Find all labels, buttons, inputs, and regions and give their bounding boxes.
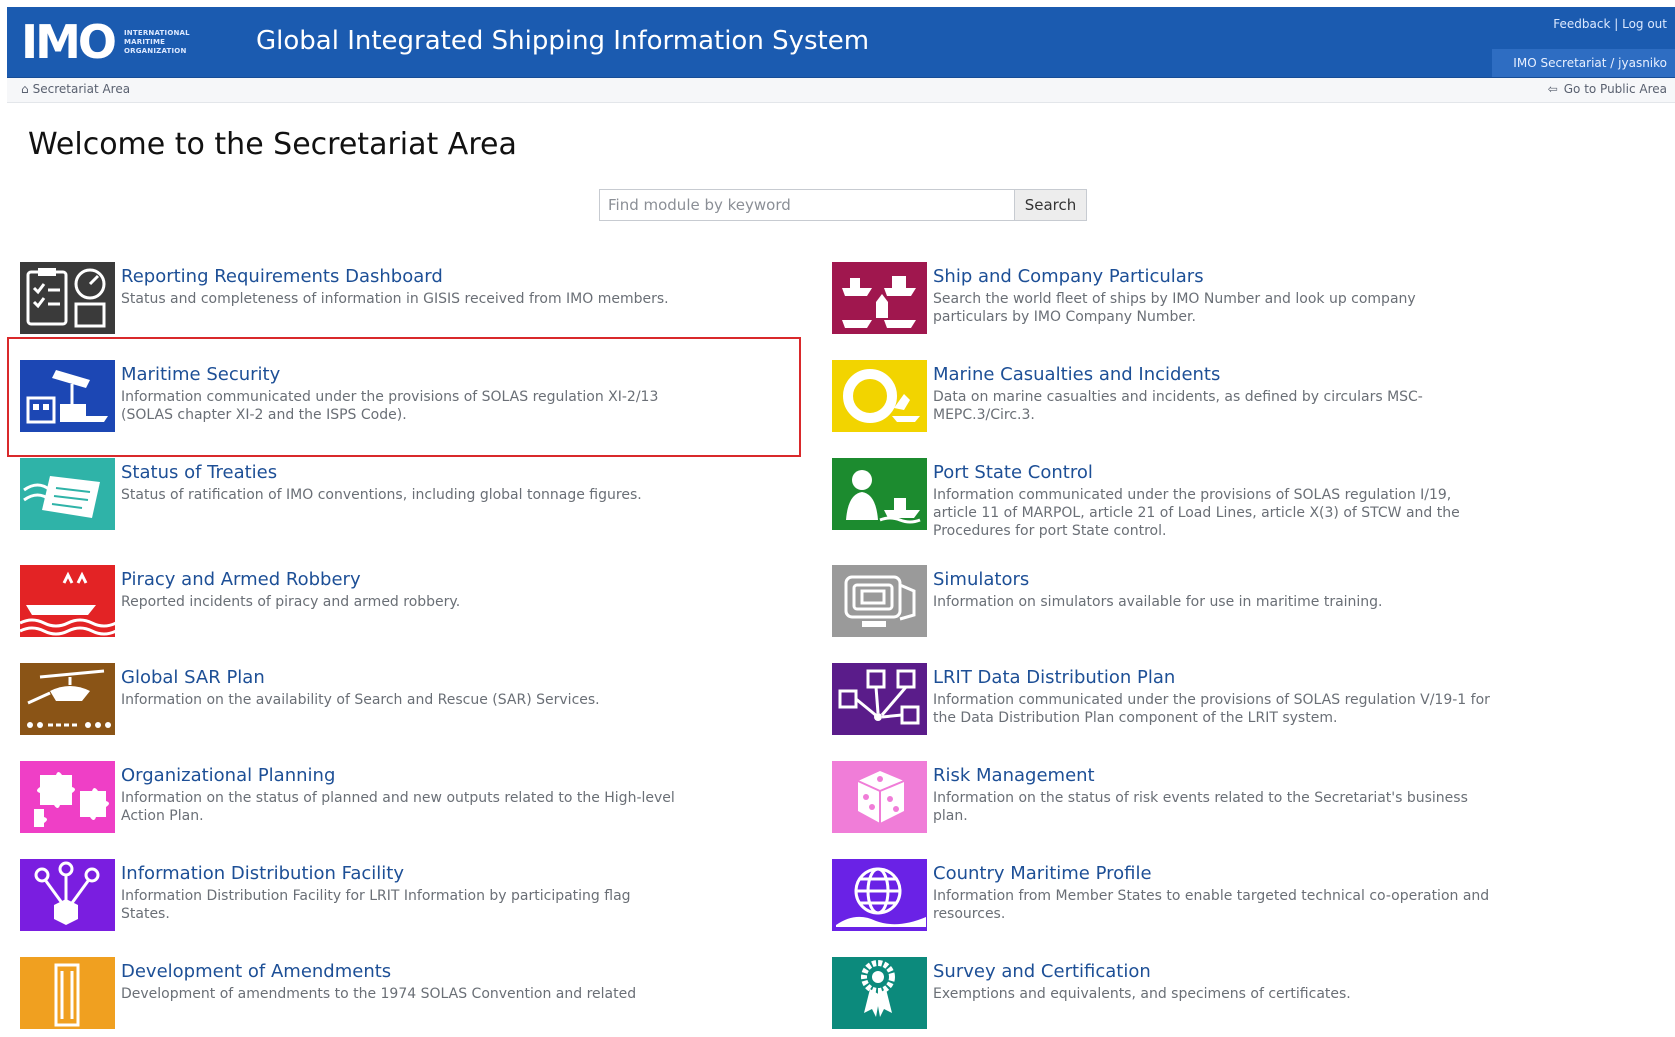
- exit-icon: ⇦: [1547, 82, 1558, 96]
- module-description: Status of ratification of IMO convention…: [121, 487, 642, 503]
- module-grid: Reporting Requirements Dashboard Status …: [20, 262, 1660, 1029]
- dice-icon: [832, 761, 927, 833]
- module-description: Status and completeness of information i…: [121, 291, 669, 307]
- module-ship-company-particulars[interactable]: Ship and Company Particulars Search the …: [832, 262, 1552, 342]
- module-description: Exemptions and equivalents, and specimen…: [933, 986, 1351, 1002]
- module-description: Development of amendments to the 1974 SO…: [121, 986, 637, 1002]
- module-description: Information on the status of planned and…: [121, 790, 675, 824]
- search-input[interactable]: [599, 189, 1015, 221]
- module-title[interactable]: Marine Casualties and Incidents: [933, 364, 1493, 386]
- module-description: Information from Member States to enable…: [933, 888, 1490, 922]
- module-title[interactable]: Risk Management: [933, 765, 1493, 787]
- module-simulators[interactable]: Simulators Information on simulators ava…: [832, 565, 1552, 645]
- module-maritime-security[interactable]: Maritime Security Information communicat…: [20, 360, 740, 440]
- module-title[interactable]: Country Maritime Profile: [933, 863, 1493, 885]
- logout-link[interactable]: Log out: [1622, 17, 1667, 31]
- pirate-ship-icon: [20, 565, 115, 637]
- home-icon: ⌂: [21, 82, 29, 96]
- search-button[interactable]: Search: [1015, 189, 1087, 221]
- app-title: Global Integrated Shipping Information S…: [256, 26, 870, 56]
- breadcrumb-label: Secretariat Area: [32, 82, 131, 96]
- module-port-state-control[interactable]: Port State Control Information communica…: [832, 458, 1552, 539]
- module-piracy[interactable]: Piracy and Armed Robbery Reported incide…: [20, 565, 740, 645]
- module-title[interactable]: Organizational Planning: [121, 765, 681, 787]
- page-title: Welcome to the Secretariat Area: [28, 127, 517, 162]
- module-survey-certification[interactable]: Survey and Certification Exemptions and …: [832, 957, 1552, 1037]
- module-title[interactable]: Port State Control: [933, 462, 1493, 484]
- breadcrumb[interactable]: ⌂ Secretariat Area: [21, 78, 130, 100]
- security-camera-icon: [20, 360, 115, 432]
- module-title[interactable]: Status of Treaties: [121, 462, 681, 484]
- top-links: Feedback | Log out: [1553, 17, 1667, 31]
- user-badge[interactable]: IMO Secretariat / jyasniko: [1492, 49, 1675, 77]
- module-description: Information communicated under the provi…: [121, 389, 659, 423]
- feedback-link[interactable]: Feedback: [1553, 17, 1610, 31]
- module-description: Information on the availability of Searc…: [121, 692, 600, 708]
- module-description: Information on the status of risk events…: [933, 790, 1468, 824]
- module-status-of-treaties[interactable]: Status of Treaties Status of ratificatio…: [20, 458, 740, 538]
- helicopter-icon: [20, 663, 115, 735]
- module-organizational-planning[interactable]: Organizational Planning Information on t…: [20, 761, 740, 841]
- module-risk-management[interactable]: Risk Management Information on the statu…: [832, 761, 1552, 841]
- module-title[interactable]: Maritime Security: [121, 364, 681, 386]
- module-marine-casualties[interactable]: Marine Casualties and Incidents Data on …: [832, 360, 1552, 440]
- module-description: Reported incidents of piracy and armed r…: [121, 594, 461, 610]
- public-area-label: Go to Public Area: [1563, 82, 1667, 96]
- module-title[interactable]: Simulators: [933, 569, 1493, 591]
- module-description: Search the world fleet of ships by IMO N…: [933, 291, 1416, 325]
- link-separator: |: [1614, 17, 1623, 31]
- award-ribbon-icon: [832, 957, 927, 1029]
- module-global-sar-plan[interactable]: Global SAR Plan Information on the avail…: [20, 663, 740, 743]
- ships-icon: [832, 262, 927, 334]
- distribution-hub-icon: [20, 859, 115, 931]
- module-title[interactable]: Piracy and Armed Robbery: [121, 569, 681, 591]
- module-title[interactable]: Ship and Company Particulars: [933, 266, 1493, 288]
- logo-text: IMO: [21, 15, 117, 69]
- module-lrit-ddp[interactable]: LRIT Data Distribution Plan Information …: [832, 663, 1552, 743]
- module-search: Search: [599, 189, 1089, 223]
- port-inspector-icon: [832, 458, 927, 530]
- puzzle-icon: [20, 761, 115, 833]
- module-reporting-requirements[interactable]: Reporting Requirements Dashboard Status …: [20, 262, 740, 342]
- logo-subtext: INTERNATIONAL MARITIME ORGANIZATION: [124, 28, 190, 55]
- module-title[interactable]: Reporting Requirements Dashboard: [121, 266, 681, 288]
- module-title[interactable]: Information Distribution Facility: [121, 863, 681, 885]
- dashboard-icon: [20, 262, 115, 334]
- network-cubes-icon: [832, 663, 927, 735]
- document-icon: [20, 458, 115, 530]
- module-description: Data on marine casualties and incidents,…: [933, 389, 1423, 423]
- sub-navigation: ⌂ Secretariat Area ⇦ Go to Public Area: [7, 78, 1675, 103]
- module-title[interactable]: Survey and Certification: [933, 961, 1493, 983]
- monitor-icon: [832, 565, 927, 637]
- module-description: Information communicated under the provi…: [933, 487, 1460, 539]
- globe-icon: [832, 859, 927, 931]
- module-country-maritime-profile[interactable]: Country Maritime Profile Information fro…: [832, 859, 1552, 939]
- app-header: IMO INTERNATIONAL MARITIME ORGANIZATION …: [7, 7, 1675, 78]
- lifebuoy-icon: [832, 360, 927, 432]
- module-description: Information communicated under the provi…: [933, 692, 1490, 726]
- module-description: Information Distribution Facility for LR…: [121, 888, 631, 922]
- public-area-link[interactable]: ⇦ Go to Public Area: [1548, 78, 1667, 100]
- module-information-distribution-facility[interactable]: Information Distribution Facility Inform…: [20, 859, 740, 939]
- imo-logo[interactable]: IMO INTERNATIONAL MARITIME ORGANIZATION: [21, 17, 244, 67]
- module-title[interactable]: Development of Amendments: [121, 961, 681, 983]
- module-title[interactable]: LRIT Data Distribution Plan: [933, 667, 1493, 689]
- module-development-of-amendments[interactable]: Development of Amendments Development of…: [20, 957, 740, 1037]
- module-title[interactable]: Global SAR Plan: [121, 667, 681, 689]
- module-description: Information on simulators available for …: [933, 594, 1383, 610]
- column-icon: [20, 957, 115, 1029]
